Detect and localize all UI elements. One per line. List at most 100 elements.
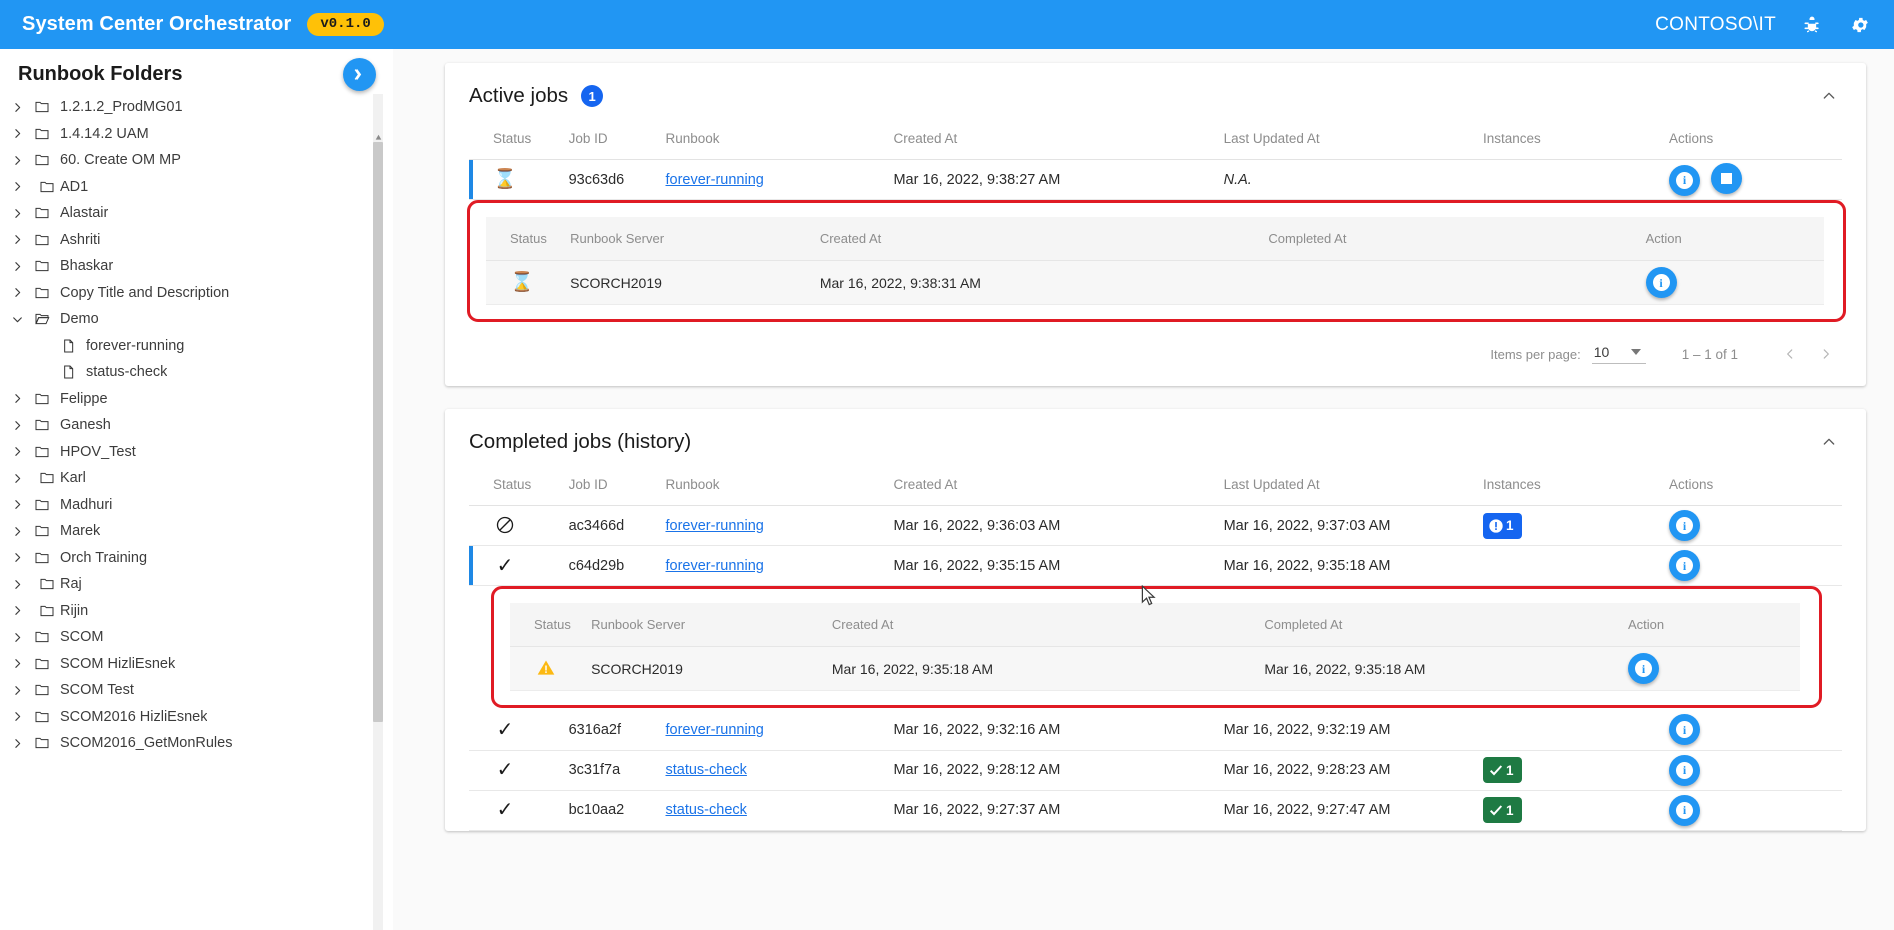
info-button[interactable]: i bbox=[1628, 653, 1659, 684]
runbook-link[interactable]: status-check bbox=[666, 802, 747, 818]
tree-item-scom2016-hizliesnek[interactable]: SCOM2016 HizliEsnek bbox=[0, 704, 393, 731]
tree-item-label: AD1 bbox=[60, 179, 88, 195]
tree-item-status-check[interactable]: status-check bbox=[0, 359, 393, 386]
tree-item-rijin[interactable]: Rijin bbox=[0, 598, 393, 625]
detail-table-row[interactable]: ⌛SCORCH2019Mar 16, 2022, 9:38:31 AMi bbox=[486, 261, 1824, 305]
table-row[interactable]: ✓3c31f7astatus-checkMar 16, 2022, 9:28:1… bbox=[469, 750, 1842, 790]
tree-item-scom-test[interactable]: SCOM Test bbox=[0, 677, 393, 704]
chevron-right-icon[interactable] bbox=[0, 684, 34, 697]
info-button[interactable]: i bbox=[1669, 550, 1700, 581]
active-jobs-collapse-chevron[interactable] bbox=[1816, 83, 1842, 109]
cell-job-id: bc10aa2 bbox=[569, 790, 666, 830]
detail-cell-action: i bbox=[1628, 647, 1800, 691]
header-right-group: CONTOSO\IT bbox=[1655, 13, 1872, 37]
detail-table-row[interactable]: SCORCH2019Mar 16, 2022, 9:35:18 AMMar 16… bbox=[510, 647, 1800, 691]
folder-icon bbox=[34, 735, 60, 751]
tree-item-forever-running[interactable]: forever-running bbox=[0, 333, 393, 360]
gear-icon[interactable] bbox=[1848, 13, 1872, 37]
info-button[interactable]: i bbox=[1669, 510, 1700, 541]
chevron-right-icon[interactable] bbox=[0, 180, 34, 193]
tree-item-demo[interactable]: Demo bbox=[0, 306, 393, 333]
chevron-right-icon[interactable] bbox=[0, 207, 34, 220]
sidebar-collapse-button[interactable] bbox=[343, 58, 376, 91]
tree-item-label: Felippe bbox=[60, 391, 108, 407]
tree-item-marek[interactable]: Marek bbox=[0, 518, 393, 545]
tree-item-hpov-test[interactable]: HPOV_Test bbox=[0, 439, 393, 466]
bug-icon[interactable] bbox=[1800, 13, 1824, 37]
runbook-link[interactable]: forever-running bbox=[666, 172, 764, 188]
chevron-right-icon[interactable] bbox=[0, 710, 34, 723]
table-row[interactable]: ⌛93c63d6forever-runningMar 16, 2022, 9:3… bbox=[469, 160, 1842, 200]
completed-jobs-collapse-chevron[interactable] bbox=[1816, 429, 1842, 455]
tree-item-scom[interactable]: SCOM bbox=[0, 624, 393, 651]
info-button[interactable]: i bbox=[1669, 714, 1700, 745]
tree-item-felippe[interactable]: Felippe bbox=[0, 386, 393, 413]
chevron-right-icon[interactable] bbox=[0, 472, 34, 485]
tree-item-karl[interactable]: Karl bbox=[0, 465, 393, 492]
chevron-right-icon[interactable] bbox=[0, 525, 34, 538]
instances-badge[interactable]: 1 bbox=[1483, 797, 1522, 823]
info-button[interactable]: i bbox=[1669, 795, 1700, 826]
chevron-right-icon[interactable] bbox=[0, 445, 34, 458]
tree-item-ad1[interactable]: AD1 bbox=[0, 174, 393, 201]
info-button[interactable]: i bbox=[1646, 267, 1677, 298]
tree-item-scom2016-getmonrules[interactable]: SCOM2016_GetMonRules bbox=[0, 730, 393, 757]
column-header-runbook: Runbook bbox=[666, 115, 894, 160]
tree-item-60-create-om-mp[interactable]: 60. Create OM MP bbox=[0, 147, 393, 174]
detail-row: StatusRunbook ServerCreated AtCompleted … bbox=[469, 586, 1842, 711]
chevron-right-icon[interactable] bbox=[0, 233, 34, 246]
tree-item-raj[interactable]: Raj bbox=[0, 571, 393, 598]
table-row[interactable]: ac3466dforever-runningMar 16, 2022, 9:36… bbox=[469, 506, 1842, 546]
tree-item-label: 1.2.1.2_ProdMG01 bbox=[60, 99, 183, 115]
detail-column-header-status: Status bbox=[510, 603, 591, 647]
tree-item-scom-hizliesnek[interactable]: SCOM HizliEsnek bbox=[0, 651, 393, 678]
folder-icon bbox=[34, 576, 60, 592]
sidebar-scrollbar-thumb[interactable] bbox=[373, 142, 383, 722]
tree-item-orch-training[interactable]: Orch Training bbox=[0, 545, 393, 572]
chevron-right-icon[interactable] bbox=[0, 631, 34, 644]
chevron-right-icon[interactable] bbox=[0, 604, 34, 617]
instances-badge[interactable]: 1 bbox=[1483, 513, 1522, 539]
chevron-right-icon[interactable] bbox=[0, 419, 34, 432]
tree-item-madhuri[interactable]: Madhuri bbox=[0, 492, 393, 519]
instances-badge[interactable]: 1 bbox=[1483, 757, 1522, 783]
tree-item-bhaskar[interactable]: Bhaskar bbox=[0, 253, 393, 280]
table-row[interactable]: ✓bc10aa2status-checkMar 16, 2022, 9:27:3… bbox=[469, 790, 1842, 830]
cell-status bbox=[469, 506, 569, 546]
table-row[interactable]: ✓6316a2fforever-runningMar 16, 2022, 9:3… bbox=[469, 710, 1842, 750]
chevron-right-icon[interactable] bbox=[0, 101, 34, 114]
chevron-right-icon[interactable] bbox=[0, 392, 34, 405]
chevron-right-icon[interactable] bbox=[0, 498, 34, 511]
tree-item-alastair[interactable]: Alastair bbox=[0, 200, 393, 227]
pagination-prev-button[interactable] bbox=[1772, 336, 1808, 372]
tree-item-ganesh[interactable]: Ganesh bbox=[0, 412, 393, 439]
chevron-right-icon[interactable] bbox=[0, 737, 34, 750]
stop-button[interactable] bbox=[1711, 163, 1742, 194]
tree-item-1-4-14-2-uam[interactable]: 1.4.14.2 UAM bbox=[0, 121, 393, 148]
job-detail-panel: StatusRunbook ServerCreated AtCompleted … bbox=[510, 603, 1800, 691]
chevron-right-icon[interactable] bbox=[0, 154, 34, 167]
folder-icon bbox=[34, 656, 60, 672]
cell-created-at: Mar 16, 2022, 9:28:12 AM bbox=[893, 750, 1223, 790]
info-button[interactable]: i bbox=[1669, 755, 1700, 786]
tree-item-copy-title-and-description[interactable]: Copy Title and Description bbox=[0, 280, 393, 307]
tree-item-1-2-1-2-prodmg01[interactable]: 1.2.1.2_ProdMG01 bbox=[0, 94, 393, 121]
chevron-right-icon[interactable] bbox=[0, 578, 34, 591]
pagination-next-button[interactable] bbox=[1808, 336, 1844, 372]
runbook-link[interactable]: status-check bbox=[666, 762, 747, 778]
chevron-right-icon[interactable] bbox=[0, 286, 34, 299]
chevron-right-icon[interactable] bbox=[0, 127, 34, 140]
active-jobs-count-badge: 1 bbox=[581, 85, 603, 107]
chevron-right-icon[interactable] bbox=[0, 657, 34, 670]
runbook-link[interactable]: forever-running bbox=[666, 722, 764, 738]
tree-item-ashriti[interactable]: Ashriti bbox=[0, 227, 393, 254]
info-button[interactable]: i bbox=[1669, 165, 1700, 196]
cancelled-icon bbox=[493, 513, 517, 537]
chevron-right-icon[interactable] bbox=[0, 551, 34, 564]
runbook-link[interactable]: forever-running bbox=[666, 558, 764, 574]
chevron-down-icon[interactable] bbox=[0, 313, 34, 326]
items-per-page-select[interactable]: 10 bbox=[1592, 344, 1646, 364]
table-row[interactable]: ✓c64d29bforever-runningMar 16, 2022, 9:3… bbox=[469, 546, 1842, 586]
runbook-link[interactable]: forever-running bbox=[666, 518, 764, 534]
chevron-right-icon[interactable] bbox=[0, 260, 34, 273]
